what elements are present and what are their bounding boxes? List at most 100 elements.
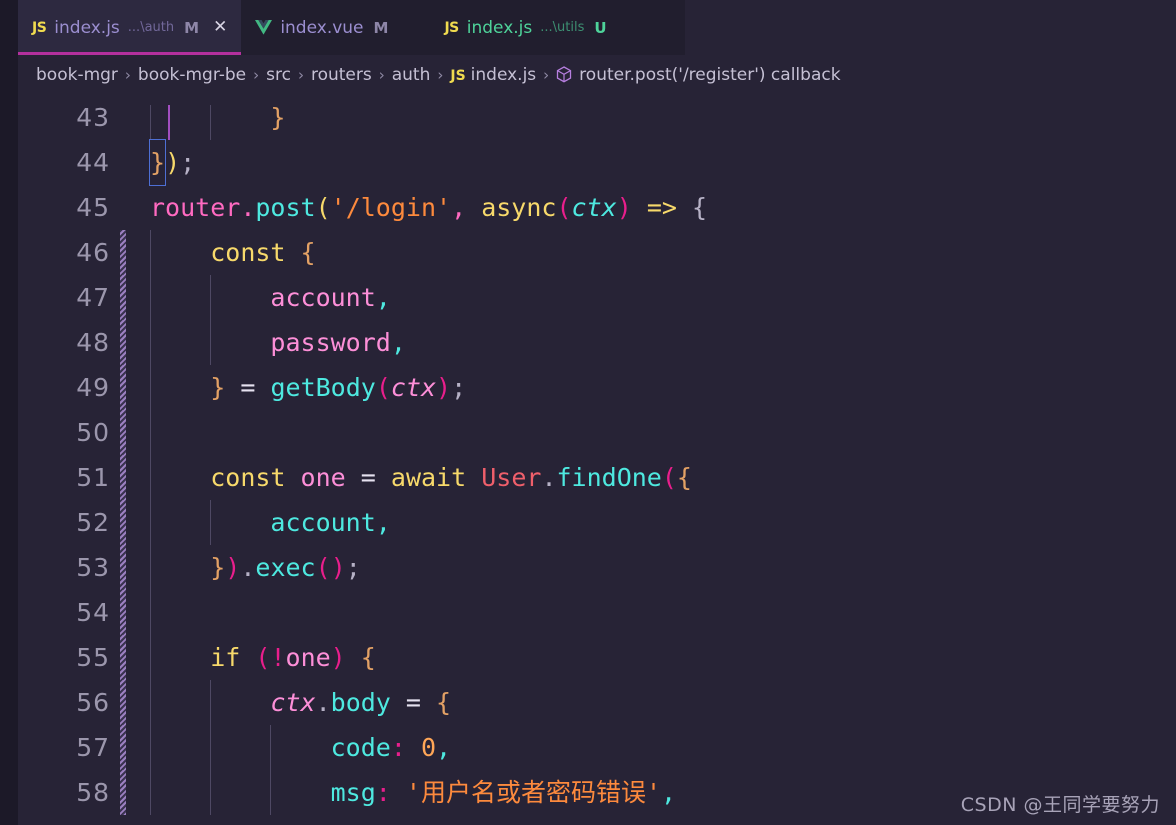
code-token: . bbox=[240, 193, 256, 222]
code-token: } bbox=[210, 553, 226, 582]
breadcrumb-separator-icon: › bbox=[124, 66, 131, 84]
breadcrumb-item-6[interactable]: router.post('/register') callback bbox=[556, 65, 841, 85]
code-token: account bbox=[270, 283, 376, 312]
breadcrumb-label: src bbox=[266, 65, 291, 85]
code-text: } = getBody(ctx); bbox=[150, 365, 1176, 410]
line-number: 46 bbox=[76, 238, 110, 267]
tab-status-badge: U bbox=[594, 18, 607, 37]
line-number: 51 bbox=[76, 463, 110, 492]
code-token: . bbox=[315, 688, 331, 717]
gutter-change-marker bbox=[120, 275, 126, 320]
code-token: ctx bbox=[571, 193, 617, 222]
breadcrumb-separator-icon: › bbox=[297, 66, 304, 84]
code-text: ctx.body = { bbox=[150, 680, 1176, 725]
code-text: const { bbox=[150, 230, 1176, 275]
editor-tab-index-js-2[interactable]: JS index.js ...\utils U bbox=[430, 0, 620, 55]
code-editor[interactable]: 43 } 44}); 45 router.post('/login', async(c… bbox=[18, 95, 1176, 825]
code-token: , bbox=[436, 733, 452, 762]
activity-bar-edge bbox=[0, 0, 18, 825]
breadcrumb-item-0[interactable]: book-mgr bbox=[36, 65, 118, 85]
code-token: msg bbox=[330, 778, 376, 807]
tab-status-badge: M bbox=[373, 18, 389, 37]
code-token: getBody bbox=[270, 373, 376, 402]
code-token: post bbox=[255, 193, 316, 222]
code-token: ( bbox=[255, 643, 271, 672]
code-token: ctx bbox=[270, 688, 316, 717]
breadcrumb-separator-icon: › bbox=[437, 66, 444, 84]
code-token: ctx bbox=[390, 373, 437, 402]
code-token: findOne bbox=[556, 463, 662, 492]
gutter-change-marker bbox=[120, 455, 126, 500]
line-number: 56 bbox=[76, 688, 110, 717]
code-token: ! bbox=[270, 643, 286, 672]
code-text: }).exec(); bbox=[150, 545, 1176, 590]
indent-guide bbox=[150, 410, 151, 455]
breadcrumb-item-1[interactable]: book-mgr-be bbox=[138, 65, 246, 85]
code-line: 52 account, bbox=[18, 500, 1176, 545]
line-number: 55 bbox=[76, 643, 110, 672]
code-text: }); bbox=[148, 139, 1176, 186]
breadcrumb-label: routers bbox=[310, 65, 372, 85]
code-token: ( bbox=[315, 553, 331, 582]
editor-tab-index-js-0[interactable]: JS index.js ...\auth M ✕ bbox=[18, 0, 242, 55]
js-file-icon: JS bbox=[32, 19, 47, 36]
code-token: one bbox=[285, 643, 331, 672]
code-token: } bbox=[148, 139, 167, 186]
code-token: code bbox=[330, 733, 391, 762]
editor-tab-index-vue-1[interactable]: index.vue M bbox=[241, 0, 402, 55]
breadcrumb-separator-icon: › bbox=[253, 66, 260, 84]
breadcrumb-label: book-mgr bbox=[36, 65, 118, 85]
code-token: '用户名或者密码错误' bbox=[405, 778, 662, 807]
code-line: 46 const { bbox=[18, 230, 1176, 275]
breadcrumb-item-3[interactable]: routers bbox=[311, 65, 372, 85]
breadcrumb-item-2[interactable]: src bbox=[266, 65, 291, 85]
code-token: ) bbox=[165, 148, 181, 177]
breadcrumb-item-5[interactable]: JS index.js bbox=[450, 65, 536, 85]
line-number: 48 bbox=[76, 328, 110, 357]
code-token: => bbox=[646, 193, 677, 222]
line-number: 45 bbox=[76, 193, 110, 222]
gutter-change-marker bbox=[120, 365, 126, 410]
line-number: 49 bbox=[76, 373, 110, 402]
code-token: router bbox=[150, 193, 241, 222]
code-text: const one = await User.findOne({ bbox=[150, 455, 1176, 500]
code-token: ) bbox=[436, 373, 452, 402]
code-text: account, bbox=[150, 500, 1176, 545]
line-number: 47 bbox=[76, 283, 110, 312]
line-number: 50 bbox=[76, 418, 110, 447]
js-file-icon: JS bbox=[444, 19, 459, 36]
code-token: ; bbox=[180, 148, 196, 177]
tab-label: index.js bbox=[54, 17, 120, 38]
code-token: } bbox=[210, 373, 226, 402]
tab-close-icon[interactable]: ✕ bbox=[213, 19, 227, 36]
code-token: await bbox=[390, 463, 467, 492]
tab-label: index.js bbox=[466, 17, 533, 38]
code-token: : bbox=[390, 733, 406, 762]
line-number: 52 bbox=[76, 508, 110, 537]
code-token: , bbox=[661, 778, 677, 807]
code-text: if (!one) { bbox=[150, 635, 1176, 680]
breadcrumb-separator-icon: › bbox=[378, 66, 385, 84]
code-token: ; bbox=[345, 553, 361, 582]
code-token: } bbox=[270, 103, 286, 132]
code-token: , bbox=[375, 508, 391, 537]
code-token: : bbox=[375, 778, 391, 807]
breadcrumb-item-4[interactable]: auth bbox=[392, 65, 431, 85]
csdn-watermark: CSDN @王同学要努力 bbox=[960, 794, 1160, 816]
code-text: code: 0, bbox=[150, 725, 1176, 770]
code-line: 57 code: 0, bbox=[18, 725, 1176, 770]
breadcrumb-label: book-mgr-be bbox=[137, 65, 247, 85]
